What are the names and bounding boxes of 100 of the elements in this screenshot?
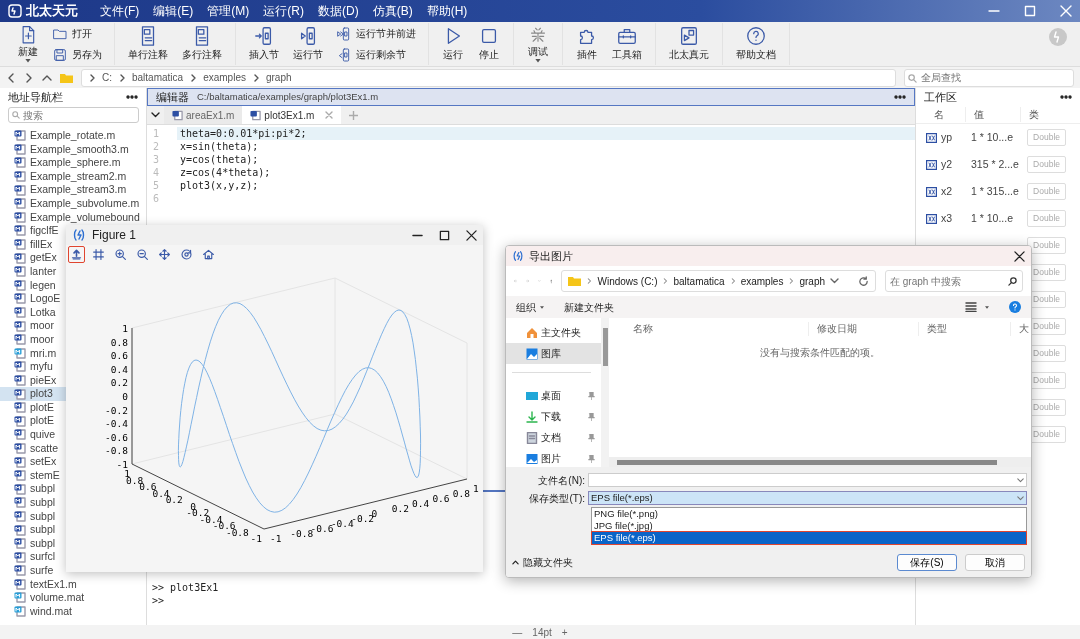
file-name[interactable]: LogoE	[30, 292, 61, 306]
file-name[interactable]: surfcl	[30, 550, 56, 564]
file-name[interactable]: myfu	[30, 360, 53, 374]
toolbar-button[interactable]: 北太真元	[662, 23, 716, 65]
dropdown-option[interactable]: EPS file(*.eps)	[592, 532, 1026, 544]
nav-item[interactable]: 图库	[506, 343, 601, 364]
file-name[interactable]: subpl	[30, 482, 56, 497]
search-field[interactable]: 全局查找	[904, 68, 1074, 87]
dialog-button[interactable]: 取消	[965, 554, 1025, 571]
more-icon[interactable]	[894, 95, 906, 99]
file-name[interactable]: setEx	[30, 455, 57, 469]
file-name[interactable]: subpl	[30, 523, 56, 537]
file-name[interactable]: pieEx	[30, 373, 57, 388]
menu-item[interactable]: 帮助(H)	[426, 2, 468, 20]
toolbar-button[interactable]: 工具箱	[605, 23, 649, 65]
figure-tool[interactable]	[90, 246, 107, 263]
view-icon[interactable]	[965, 302, 977, 312]
file-name[interactable]: Example_rotate.m	[30, 129, 116, 143]
chevron-down-icon[interactable]	[151, 112, 160, 118]
file-name[interactable]: subpl	[30, 496, 56, 510]
menu-item[interactable]: 文件(F)	[100, 2, 140, 20]
file-name[interactable]: textEx1.m	[30, 577, 77, 592]
nav-item[interactable]: 桌面	[506, 385, 601, 406]
more-icon[interactable]	[126, 95, 138, 99]
figure-tool[interactable]	[134, 246, 151, 263]
file-name[interactable]: Example_subvolume.m	[30, 196, 140, 211]
nav-item[interactable]: 图片	[506, 448, 601, 469]
file-name[interactable]: quive	[30, 428, 56, 442]
file-name[interactable]: stemE	[30, 468, 60, 483]
toolbar-button[interactable]: 插入节	[242, 23, 286, 65]
path-segment[interactable]: baltamatica	[132, 70, 184, 85]
zoom-out-button[interactable]: —	[512, 624, 523, 639]
nav-item[interactable]: 下载	[506, 406, 601, 427]
search-field[interactable]: 搜索	[8, 107, 139, 123]
more-icon[interactable]	[1060, 95, 1072, 99]
dialog-button[interactable]: 保存(S)	[897, 554, 957, 571]
file-name[interactable]: surfe	[30, 564, 54, 578]
figure-tool[interactable]	[156, 246, 173, 263]
toolbar-button[interactable]: 多行注释	[175, 23, 229, 65]
file-name[interactable]: Example_stream3.m	[30, 183, 127, 197]
dropdown-option[interactable]: JPG file(*.jpg)	[592, 520, 1026, 532]
menu-item[interactable]: 编辑(E)	[153, 2, 194, 20]
maximize-icon[interactable]	[439, 229, 450, 241]
path-segment[interactable]: baltamatica	[673, 273, 725, 289]
command-button[interactable]: 组织	[516, 299, 544, 315]
figure-tool[interactable]	[178, 246, 195, 263]
toolbar-button[interactable]: 运行节	[286, 23, 330, 65]
toolbar-button[interactable]: 帮助文档	[729, 23, 783, 65]
column-header[interactable]: 大	[1011, 321, 1029, 337]
menu-item[interactable]: 仿真(B)	[372, 2, 413, 20]
file-name[interactable]: legen	[30, 278, 56, 293]
refresh-icon[interactable]	[858, 275, 869, 287]
toolbar-button[interactable]: 单行注释	[121, 23, 175, 65]
nav-item[interactable]: 主文件夹	[506, 322, 601, 343]
file-name[interactable]: Example_sphere.m	[30, 156, 121, 170]
toolbar-button[interactable]: 运行节并前进	[336, 25, 416, 42]
toolbar-button[interactable]: 插件	[569, 23, 605, 65]
close-icon[interactable]	[466, 229, 477, 241]
menu-item[interactable]: 运行(R)	[263, 2, 304, 20]
column-header[interactable]: 名	[916, 107, 966, 122]
file-name[interactable]: scatte	[30, 441, 58, 456]
path-segment[interactable]: examples	[740, 273, 784, 289]
file-type-select[interactable]: EPS file(*.eps)	[588, 491, 1027, 505]
file-name[interactable]: Example_volumebound	[30, 210, 140, 225]
close-icon[interactable]	[1014, 250, 1025, 262]
editor-tab[interactable]: plot3Ex1.m	[242, 106, 342, 124]
column-header[interactable]: 类型	[919, 321, 1011, 337]
file-name[interactable]: mri.m	[30, 346, 57, 361]
editor-tab[interactable]: areaEx1.m	[164, 106, 243, 124]
file-name[interactable]: subpl	[30, 536, 56, 551]
address-field[interactable]: Windows (C:) baltamatica examples graph	[561, 270, 876, 292]
menu-item[interactable]: 管理(M)	[207, 2, 250, 20]
zoom-in-button[interactable]: +	[561, 624, 568, 639]
column-header[interactable]: 修改日期	[809, 321, 919, 337]
file-name[interactable]: wind.mat	[30, 604, 72, 619]
file-name[interactable]: moor	[30, 332, 54, 347]
file-name[interactable]: moor	[30, 319, 54, 333]
file-name[interactable]: getEx	[30, 251, 57, 265]
file-name[interactable]: Lotka	[30, 305, 56, 320]
path-segment[interactable]: graph	[799, 273, 825, 289]
file-name[interactable]: plot3	[30, 387, 53, 401]
file-name[interactable]: Example_smooth3.m	[30, 142, 129, 157]
file-name[interactable]: lanter	[30, 264, 57, 279]
file-name[interactable]: Example_stream2.m	[30, 169, 127, 184]
path-segment[interactable]: examples	[203, 70, 246, 85]
file-name[interactable]: figclfE	[30, 224, 59, 238]
toolbar-button[interactable]: 运行	[435, 23, 471, 65]
command-button[interactable]: 新建文件夹	[564, 299, 614, 315]
back-icon[interactable]	[6, 72, 16, 83]
toolbar-button[interactable]: 运行剩余节	[336, 46, 416, 63]
search-field[interactable]: 在 graph 中搜索	[885, 270, 1023, 292]
scrollbar-thumb[interactable]	[602, 328, 608, 366]
file-name-field[interactable]	[588, 473, 1027, 487]
forward-icon[interactable]	[24, 72, 34, 83]
toolbar-button[interactable]: 另存为	[52, 46, 102, 63]
path-segment[interactable]: Windows (C:)	[597, 273, 658, 289]
help-icon[interactable]	[1009, 301, 1021, 313]
hide-folders-toggle[interactable]: 隐藏文件夹	[512, 555, 573, 570]
menu-item[interactable]: 数据(D)	[318, 2, 359, 20]
scrollbar-thumb[interactable]	[617, 459, 997, 465]
